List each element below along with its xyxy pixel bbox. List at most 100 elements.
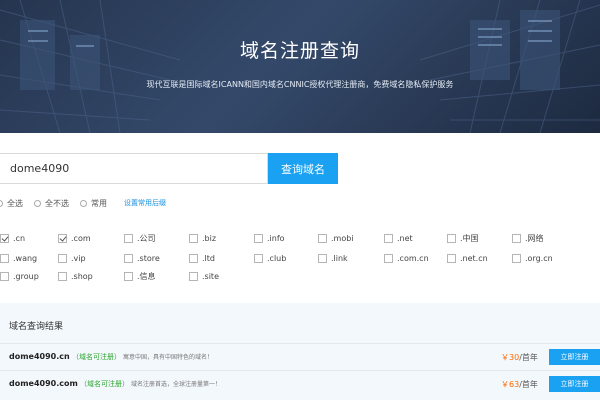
- tld-label: .link: [331, 253, 348, 263]
- tld-label: .中国: [460, 233, 479, 243]
- radio-icon[interactable]: [34, 199, 41, 207]
- tld-option[interactable]: .site: [189, 270, 219, 282]
- tld-label: .org.cn: [525, 253, 553, 263]
- register-now-button[interactable]: 立即注册: [549, 376, 600, 392]
- tld-checkbox[interactable]: [124, 271, 133, 281]
- tld-checkbox[interactable]: [0, 233, 9, 243]
- tld-checkbox[interactable]: [318, 233, 327, 243]
- tld-label: .vip: [71, 253, 86, 263]
- result-description: 域名注册首选，全球注册量第一！: [131, 381, 222, 388]
- tld-option[interactable]: .info: [254, 232, 285, 244]
- tld-checkbox[interactable]: [447, 233, 456, 243]
- tld-label: .net: [397, 233, 413, 243]
- tld-label: .wang: [13, 253, 38, 263]
- tld-label: .cn: [13, 233, 26, 243]
- selection-options: 全选 全不选 常用 设置常用后缀: [0, 197, 166, 209]
- select-none-option[interactable]: 全不选: [34, 198, 69, 209]
- results-title: 域名查询结果: [9, 322, 64, 332]
- tld-option[interactable]: .com: [58, 232, 91, 244]
- tld-checkbox[interactable]: [512, 253, 521, 263]
- tld-label: .com.cn: [397, 253, 429, 263]
- page-title: 域名注册查询: [239, 40, 360, 62]
- tld-option[interactable]: .group: [0, 270, 39, 282]
- tld-checkbox[interactable]: [189, 271, 198, 281]
- tld-checkbox[interactable]: [447, 253, 456, 263]
- tld-option[interactable]: .store: [124, 252, 160, 264]
- tld-option[interactable]: .net.cn: [447, 252, 488, 264]
- tld-label: .group: [13, 271, 39, 281]
- price-unit: /首年: [519, 380, 538, 389]
- tld-label: .网络: [525, 233, 544, 243]
- tld-label: .公司: [137, 233, 156, 243]
- tld-label: .biz: [202, 233, 217, 243]
- tld-checkbox[interactable]: [124, 253, 133, 263]
- tld-label: .信息: [137, 271, 156, 281]
- tld-checkbox[interactable]: [189, 253, 198, 263]
- result-domain: dome4090.com: [9, 379, 78, 388]
- server-room-background: [0, 0, 600, 133]
- register-now-button[interactable]: 立即注册: [549, 349, 600, 365]
- select-all-option[interactable]: 全选: [0, 198, 23, 209]
- tld-option[interactable]: .com.cn: [384, 252, 429, 264]
- tld-label: .net.cn: [460, 253, 488, 263]
- tld-option[interactable]: .link: [318, 252, 348, 264]
- tld-option[interactable]: .网络: [512, 232, 544, 244]
- price-unit: /首年: [519, 353, 538, 362]
- domain-search-input[interactable]: [0, 153, 268, 184]
- result-price: ￥63/首年: [501, 379, 538, 390]
- select-all-label: 全选: [7, 198, 23, 208]
- radio-icon[interactable]: [0, 199, 3, 207]
- tld-option[interactable]: .mobi: [318, 232, 354, 244]
- result-price: ￥30/首年: [501, 352, 538, 363]
- tld-checkbox[interactable]: [254, 233, 263, 243]
- tld-label: .store: [137, 253, 160, 263]
- select-none-label: 全不选: [45, 198, 69, 208]
- tld-label: .mobi: [331, 233, 354, 243]
- tld-checkbox[interactable]: [318, 253, 327, 263]
- tld-option[interactable]: .biz: [189, 232, 216, 244]
- tld-option[interactable]: .net: [384, 232, 413, 244]
- results-panel: 域名查询结果 dome4090.cn （域名可注册） 寓意中国，具有中国特色的域…: [0, 303, 600, 400]
- tld-label: .info: [267, 233, 285, 243]
- tld-option[interactable]: .vip: [58, 252, 86, 264]
- tld-option[interactable]: .shop: [58, 270, 93, 282]
- tld-option[interactable]: .org.cn: [512, 252, 553, 264]
- tld-option[interactable]: .中国: [447, 232, 479, 244]
- hero-banner: 域名注册查询 现代互联是国际域名ICANN和国内域名CNNIC授权代理注册商，免…: [0, 0, 600, 133]
- tld-checkbox[interactable]: [189, 233, 198, 243]
- tld-option[interactable]: .ltd: [189, 252, 215, 264]
- result-row: dome4090.cn （域名可注册） 寓意中国，具有中国特色的域名！ ￥30/…: [0, 343, 600, 369]
- search-domain-button[interactable]: 查询域名: [268, 153, 338, 184]
- tld-label: .site: [202, 271, 219, 281]
- tld-option[interactable]: .信息: [124, 270, 156, 282]
- tld-checkbox[interactable]: [384, 233, 393, 243]
- select-common-label: 常用: [91, 198, 107, 208]
- price-value: ￥63: [501, 380, 520, 389]
- tld-option[interactable]: .公司: [124, 232, 156, 244]
- tld-label: .club: [267, 253, 287, 263]
- radio-icon[interactable]: [80, 199, 87, 207]
- tld-option[interactable]: .wang: [0, 252, 37, 264]
- tld-option[interactable]: .club: [254, 252, 286, 264]
- tld-checkbox[interactable]: [124, 233, 133, 243]
- result-description: 寓意中国，具有中国特色的域名！: [123, 354, 214, 361]
- set-common-suffix-link[interactable]: 设置常用后缀: [124, 198, 166, 208]
- tld-label: .com: [71, 233, 91, 243]
- price-value: ￥30: [501, 353, 520, 362]
- result-row: dome4090.com （域名可注册） 域名注册首选，全球注册量第一！ ￥63…: [0, 370, 600, 396]
- tld-checkbox[interactable]: [58, 233, 67, 243]
- tld-label: .ltd: [202, 253, 215, 263]
- result-status: （域名可注册）: [80, 380, 129, 388]
- tld-checkbox[interactable]: [512, 233, 521, 243]
- tld-checkbox[interactable]: [0, 271, 9, 281]
- tld-checkbox[interactable]: [0, 253, 9, 263]
- tld-checkbox[interactable]: [384, 253, 393, 263]
- tld-label: .shop: [71, 271, 93, 281]
- tld-checkbox[interactable]: [254, 253, 263, 263]
- select-common-option[interactable]: 常用: [80, 198, 107, 209]
- page-subtitle: 现代互联是国际域名ICANN和国内域名CNNIC授权代理注册商，免费域名隐私保护…: [146, 80, 454, 89]
- result-status: （域名可注册）: [72, 353, 121, 361]
- tld-checkbox[interactable]: [58, 253, 67, 263]
- tld-checkbox[interactable]: [58, 271, 67, 281]
- tld-option[interactable]: .cn: [0, 232, 25, 244]
